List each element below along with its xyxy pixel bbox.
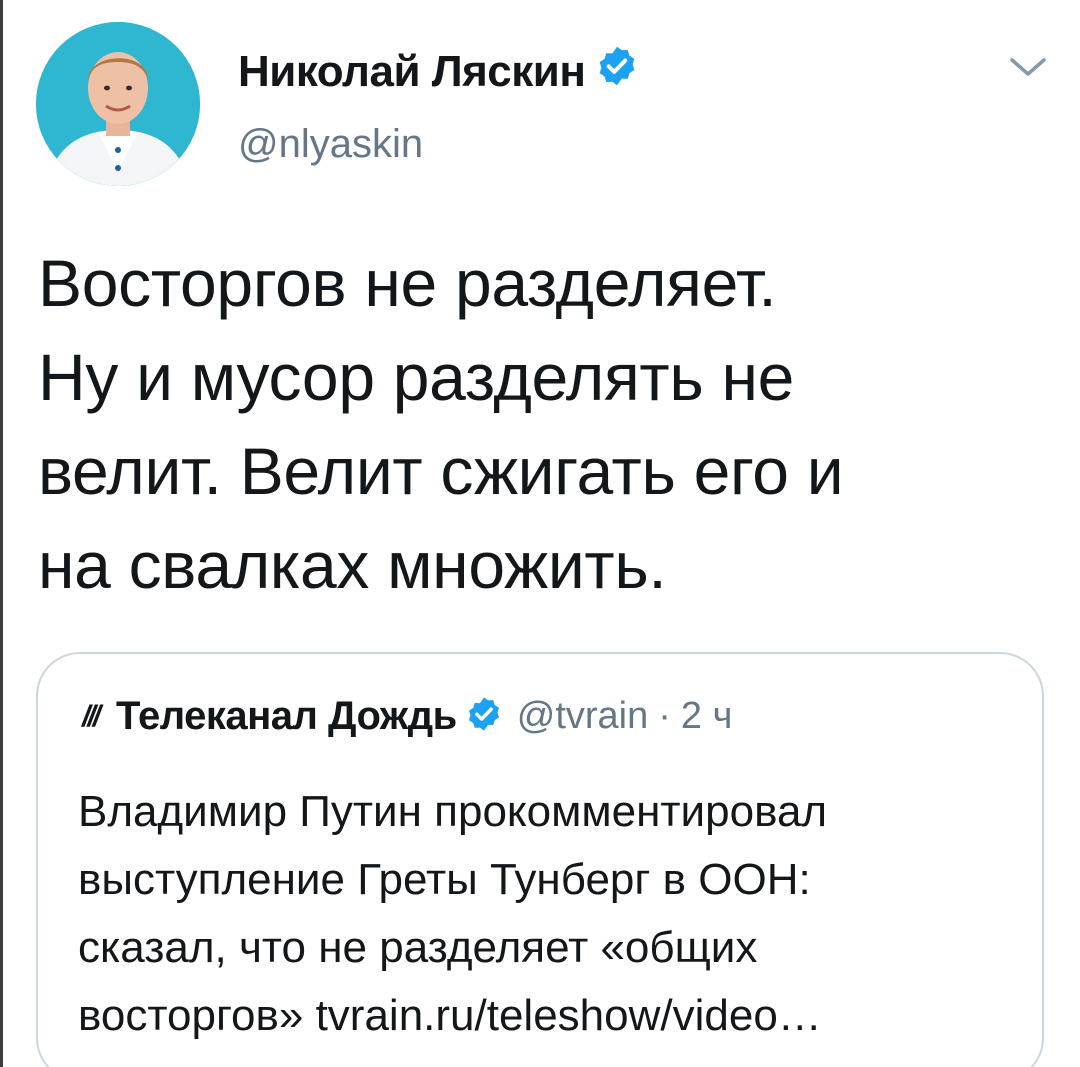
tvrain-logo-icon: /// [82,699,101,733]
tweet-text: Восторгов не разделяет. Ну и мусор разде… [38,236,1048,612]
verified-badge-icon [595,44,639,99]
quoted-text-line: Владимир Путин прокомментировал [78,787,828,836]
author-handle[interactable]: @nlyaskin [238,122,423,167]
quoted-author-name[interactable]: Телеканал Дождь [116,694,457,739]
author-name-row[interactable]: Николай Ляскин [238,44,639,99]
quoted-text-line: выступление Греты Тунберг в ООН: [78,855,811,904]
avatar-photo [36,22,200,186]
quoted-tweet-text: Владимир Путин прокомментировал выступле… [78,778,1028,1050]
quoted-tweet-header: /// Телеканал Дождь @tvrain · 2 ч [82,694,732,739]
author-name[interactable]: Николай Ляскин [238,47,586,97]
tweet-text-line: Ну и мусор разделять не [38,340,795,414]
chevron-down-icon[interactable] [1006,52,1050,82]
quoted-tweet-card[interactable]: /// Телеканал Дождь @tvrain · 2 ч Владим… [36,652,1044,1067]
verified-badge-icon [465,695,503,738]
quoted-text-line: восторгов» tvrain.ru/teleshow/video… [78,991,822,1040]
author-avatar[interactable] [36,22,200,186]
quoted-text-line: сказал, что не разделяет «общих [78,923,758,972]
quoted-author-handle[interactable]: @tvrain [517,695,649,738]
window-edge [0,0,3,1067]
tweet-text-line: на свалках множить. [38,528,667,602]
tweet-text-line: Восторгов не разделяет. [38,246,777,320]
tweet-text-line: велит. Велит сжигать его и [38,434,844,508]
meta-separator: · [658,695,671,737]
quoted-tweet-time[interactable]: 2 ч [681,695,733,738]
